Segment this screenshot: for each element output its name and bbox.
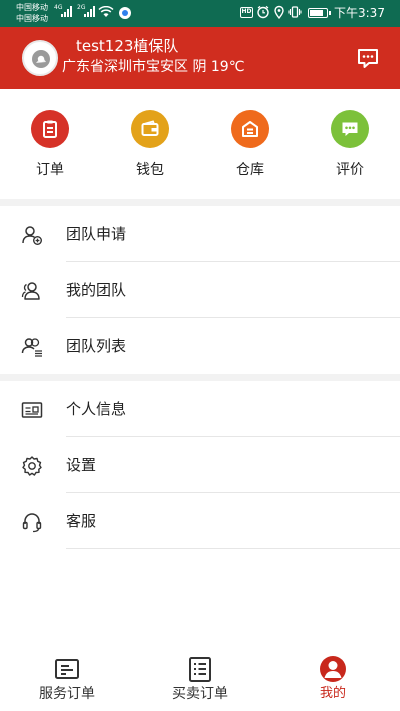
- team-list-icon: [21, 338, 42, 357]
- team-name: test123植保队: [76, 37, 179, 55]
- location-icon: [274, 5, 284, 19]
- menu-item-label: 团队申请: [66, 225, 127, 243]
- section-divider: [0, 199, 400, 206]
- nav-label: 我的: [319, 686, 346, 701]
- hd-badge: HD: [240, 7, 253, 18]
- quick-action-warehouse[interactable]: 仓库: [200, 89, 300, 199]
- menu-item-label: 我的团队: [66, 281, 127, 299]
- carrier-info: 中国移动 中国移动: [16, 2, 48, 24]
- id-card-icon: [21, 402, 43, 418]
- nav-mine[interactable]: 我的: [273, 645, 393, 711]
- wallet-icon: [131, 110, 169, 148]
- clock: 下午3:37: [334, 6, 385, 20]
- trade-order-icon: [189, 657, 211, 682]
- menu-item-profile-info[interactable]: 个人信息: [0, 381, 400, 437]
- menu-item-label: 团队列表: [66, 337, 127, 355]
- status-bar: 中国移动 中国移动 4G 2G HD 下午3:37: [0, 0, 400, 27]
- nav-label: 买卖订单: [172, 686, 228, 702]
- battery-fill: [310, 10, 323, 16]
- quick-action-label: 订单: [36, 162, 64, 178]
- carrier-2: 中国移动: [16, 14, 48, 23]
- signal-2-icon: [84, 5, 95, 17]
- avatar-placeholder-icon: [32, 50, 50, 68]
- warehouse-icon: [231, 110, 269, 148]
- menu-item-label: 客服: [66, 512, 97, 530]
- nav-label: 服务订单: [39, 686, 95, 702]
- quick-action-review[interactable]: 评价: [300, 89, 400, 199]
- service-order-icon: [55, 659, 79, 679]
- carrier-1: 中国移动: [16, 3, 48, 12]
- user-add-icon: [22, 226, 42, 245]
- message-icon[interactable]: [355, 46, 381, 70]
- menu-item-label: 个人信息: [66, 400, 127, 418]
- menu-item-my-team[interactable]: 我的团队: [0, 262, 400, 318]
- profile-header: test123植保队 广东省深圳市宝安区 阴 19℃: [0, 27, 400, 89]
- wifi-icon: [98, 6, 114, 17]
- nav-service-orders[interactable]: 服务订单: [7, 645, 127, 711]
- quick-actions: 订单 钱包 仓库 评价: [0, 89, 400, 199]
- battery-icon: [308, 8, 331, 18]
- profile-icon: [320, 656, 346, 682]
- alarm-icon: [257, 5, 269, 19]
- headset-icon: [22, 513, 42, 533]
- quick-action-label: 钱包: [136, 162, 164, 178]
- quick-action-label: 仓库: [236, 162, 264, 178]
- avatar[interactable]: [22, 40, 58, 76]
- section-divider: [0, 374, 400, 381]
- menu-item-team-list[interactable]: 团队列表: [0, 318, 400, 374]
- menu-item-label: 设置: [66, 456, 97, 474]
- review-icon: [331, 110, 369, 148]
- quick-action-order[interactable]: 订单: [0, 89, 100, 199]
- row-divider: [66, 548, 400, 549]
- gear-icon: [22, 456, 42, 476]
- bottom-nav: 服务订单 买卖订单 我的: [0, 645, 400, 711]
- vibrate-icon: [288, 6, 302, 18]
- location-weather: 广东省深圳市宝安区 阴 19℃: [62, 59, 245, 75]
- order-icon: [31, 110, 69, 148]
- quick-action-wallet[interactable]: 钱包: [100, 89, 200, 199]
- quick-action-label: 评价: [336, 162, 364, 178]
- menu-item-settings[interactable]: 设置: [0, 437, 400, 493]
- menu-item-team-apply[interactable]: 团队申请: [0, 206, 400, 262]
- nav-trade-orders[interactable]: 买卖订单: [140, 645, 260, 711]
- vpn-icon: [119, 7, 131, 19]
- users-icon: [21, 282, 40, 300]
- menu-item-customer-service[interactable]: 客服: [0, 493, 400, 549]
- signal-1-icon: [61, 5, 72, 17]
